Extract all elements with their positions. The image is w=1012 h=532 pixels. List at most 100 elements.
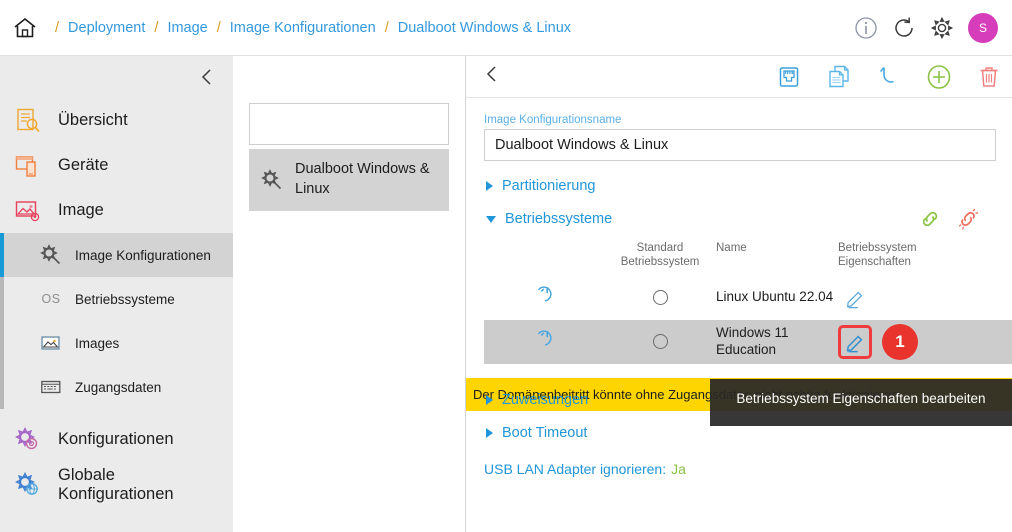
image-configuration-name-input[interactable] [495,137,985,153]
chevron-right-icon [486,394,493,405]
chevron-right-icon [486,427,493,438]
sidebar-subitem-label: Betriebssysteme [75,291,175,307]
breadcrumb: / Deployment / Image / Image Konfigurati… [46,20,571,36]
usb-lan-adapter-row: USB LAN Adapter ignorieren: Ja [484,461,994,477]
table-row[interactable]: Linux Ubuntu 22.04 [484,276,1012,320]
breadcrumb-separator: / [55,19,60,36]
gear-icon[interactable] [930,16,954,40]
section-title: Zuweisungen [502,391,589,408]
name-field-label: Image Konfigurationsname [484,114,622,126]
os-name-label: Linux Ubuntu 22.04 [716,289,834,305]
pencil-icon [846,335,863,353]
sidebar-item-images[interactable]: Images [0,321,233,365]
link-icon[interactable] [918,207,942,231]
sidebar-item-betriebssysteme[interactable]: OS Betriebssysteme [0,277,233,321]
avatar[interactable]: S [968,12,998,43]
os-properties-cell: 1 [838,320,968,364]
image-config-icon [40,244,62,266]
table-header-name: Name [716,242,747,254]
breadcrumb-item-deployment[interactable]: Deployment [68,20,145,36]
back-button[interactable] [482,64,502,89]
top-bar: / Deployment / Image / Image Konfigurati… [0,0,1012,55]
sidebar-item-geraete[interactable]: Geräte [0,143,233,188]
refresh-icon[interactable] [892,16,916,40]
standard-os-cell [604,276,716,320]
breadcrumb-separator: / [154,19,159,36]
sidebar-item-label: Globale Konfigurationen [58,465,174,503]
list-item-label: Dualboot Windows & Linux [295,161,430,197]
top-bar-actions: S [854,0,998,55]
section-title: Betriebssysteme [505,211,613,227]
configurations-icon [14,426,42,454]
section-betriebssysteme[interactable]: Betriebssysteme [484,208,994,230]
sidebar-item-konfigurationen[interactable]: Konfigurationen [0,417,233,462]
image-icon [14,197,42,225]
os-name-label: Windows 11 Education [716,324,789,357]
os-name-cell: Linux Ubuntu 22.04 [716,276,838,320]
os-name-cell: Windows 11 Education [716,320,838,364]
main-toolbar [466,56,1012,98]
section-zuweisungen[interactable]: Zuweisungen [484,392,994,408]
edit-os-properties-button[interactable] [838,281,872,315]
overview-icon [14,107,42,135]
sidebar-subgroup-image: Image Konfigurationen OS Betriebssysteme [0,233,233,409]
main-toolbar-actions [776,56,1002,98]
delete-icon[interactable] [976,64,1002,90]
os-icon-text: OS [41,292,61,306]
sidebar-item-zugangsdaten[interactable]: Zugangsdaten [0,365,233,409]
section-title: Boot Timeout [502,424,588,441]
search-box[interactable] [249,103,449,145]
duplicate-icon[interactable] [826,64,852,90]
section-partitionierung[interactable]: Partitionierung [484,178,994,194]
table-row[interactable]: Windows 11 Education 1 [484,319,1012,364]
image-config-icon [261,169,282,190]
usb-lan-adapter-label: USB LAN Adapter ignorieren: [484,460,667,477]
chevron-down-icon [486,215,496,223]
unlink-icon[interactable] [956,207,980,231]
restore-cell [484,276,604,320]
breadcrumb-item-image-konfigurationen[interactable]: Image Konfigurationen [230,20,376,36]
info-icon[interactable] [854,16,878,40]
section-title: Partitionierung [502,178,596,194]
images-icon [40,332,62,354]
network-port-icon[interactable] [776,64,802,90]
undo-icon[interactable] [876,64,902,90]
table-header-properties: Betriebssystem Eigenschaften [838,242,917,269]
sidebar-item-label: Geräte [58,156,109,174]
sidebar-item-image-konfigurationen[interactable]: Image Konfigurationen [0,233,233,277]
breadcrumb-item-dualboot[interactable]: Dualboot Windows & Linux [398,20,571,36]
os-table: Standard Betriebssystem Name Betriebssys… [484,241,1012,364]
breadcrumb-item-image[interactable]: Image [167,20,207,36]
standard-os-radio[interactable] [652,334,668,350]
sidebar-item-uebersicht[interactable]: Übersicht [0,98,233,143]
home-icon[interactable] [12,15,38,41]
section-link-actions [918,207,980,231]
restore-cell [484,320,604,364]
add-icon[interactable] [926,64,952,90]
usb-lan-adapter-value: Ja [671,460,686,477]
restore-icon[interactable] [532,283,556,312]
sidebar: Übersicht Geräte Image Image Konfigurati… [0,55,233,532]
devices-icon [14,152,42,180]
section-boot-timeout[interactable]: Boot Timeout [484,425,994,441]
sidebar-collapse-button[interactable] [0,56,233,98]
list-item[interactable]: Dualboot Windows & Linux [249,149,449,211]
list-panel: Dualboot Windows & Linux [233,55,466,532]
os-properties-cell [838,276,968,320]
chevron-right-icon [486,181,493,191]
sidebar-item-globale-konfigurationen[interactable]: Globale Konfigurationen [0,462,233,507]
chevron-left-icon [486,66,496,82]
sidebar-item-image[interactable]: Image [0,188,233,233]
name-field-wrapper[interactable] [484,129,996,161]
sidebar-item-label: Image [58,201,104,219]
sidebar-subitem-label: Image Konfigurationen [75,247,211,263]
edit-os-properties-button[interactable] [838,324,872,359]
table-header-row: Standard Betriebssystem Name Betriebssys… [484,241,1012,276]
main-panel: Image Konfigurationsname Partitionierung… [466,55,1012,532]
search-input[interactable] [270,116,447,132]
standard-os-radio[interactable] [652,290,668,306]
chevron-left-icon [201,69,211,85]
restore-icon[interactable] [532,327,556,356]
sidebar-item-label: Übersicht [58,111,128,129]
breadcrumb-separator: / [384,19,389,36]
